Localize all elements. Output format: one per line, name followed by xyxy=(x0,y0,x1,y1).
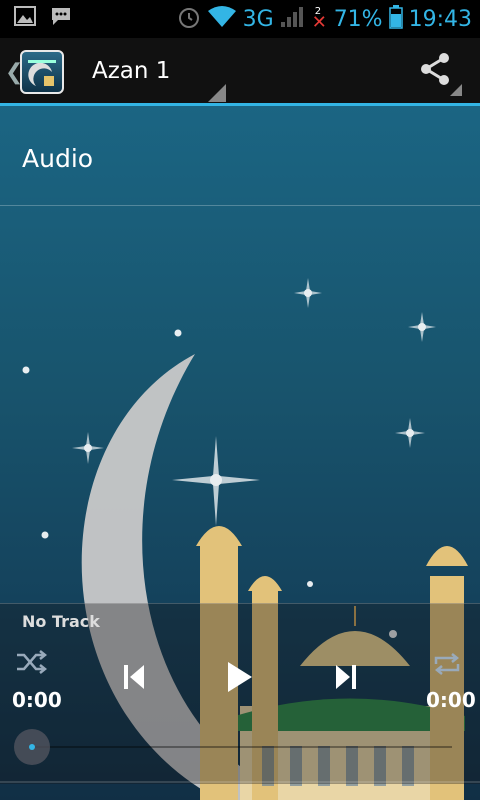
media-player: No Track 0:00 0:00 xyxy=(0,603,480,784)
shuffle-icon[interactable] xyxy=(16,650,48,678)
alarm-icon xyxy=(177,5,201,33)
network-type: 3G xyxy=(242,6,274,32)
next-icon[interactable] xyxy=(334,664,356,694)
audio-section-header[interactable]: Audio xyxy=(0,106,480,206)
divider xyxy=(0,781,480,783)
missed-call-icon: 2 ✕ xyxy=(311,6,327,33)
audio-label: Audio xyxy=(22,144,94,173)
status-bar: 3G 2 ✕ 71% 19:43 xyxy=(0,0,480,38)
track-title: No Track xyxy=(22,612,100,631)
wifi-icon xyxy=(207,5,237,33)
share-icon[interactable] xyxy=(418,52,452,90)
chat-icon xyxy=(50,6,72,30)
action-bar: ❮ Azan 1 xyxy=(0,38,480,106)
clock: 19:43 xyxy=(408,6,472,32)
spinner-indicator-icon xyxy=(208,84,226,102)
image-icon xyxy=(14,6,36,30)
elapsed-time: 0:00 xyxy=(12,688,62,712)
previous-icon[interactable] xyxy=(124,664,146,694)
battery-icon xyxy=(388,5,403,33)
seek-bar-track[interactable] xyxy=(32,746,452,748)
play-icon[interactable] xyxy=(226,660,254,698)
app-icon[interactable] xyxy=(20,50,64,94)
notification-icons xyxy=(14,6,72,30)
system-status: 3G 2 ✕ 71% 19:43 xyxy=(177,0,472,38)
repeat-icon[interactable] xyxy=(432,652,462,680)
seek-bar-thumb[interactable] xyxy=(14,729,50,765)
total-duration: 0:00 xyxy=(426,688,476,712)
main-content: Audio No Track 0:00 0:00 xyxy=(0,106,480,800)
page-title[interactable]: Azan 1 xyxy=(92,58,170,84)
overflow-indicator-icon xyxy=(450,84,462,96)
battery-percent: 71% xyxy=(333,6,383,32)
signal-icon xyxy=(280,6,304,32)
